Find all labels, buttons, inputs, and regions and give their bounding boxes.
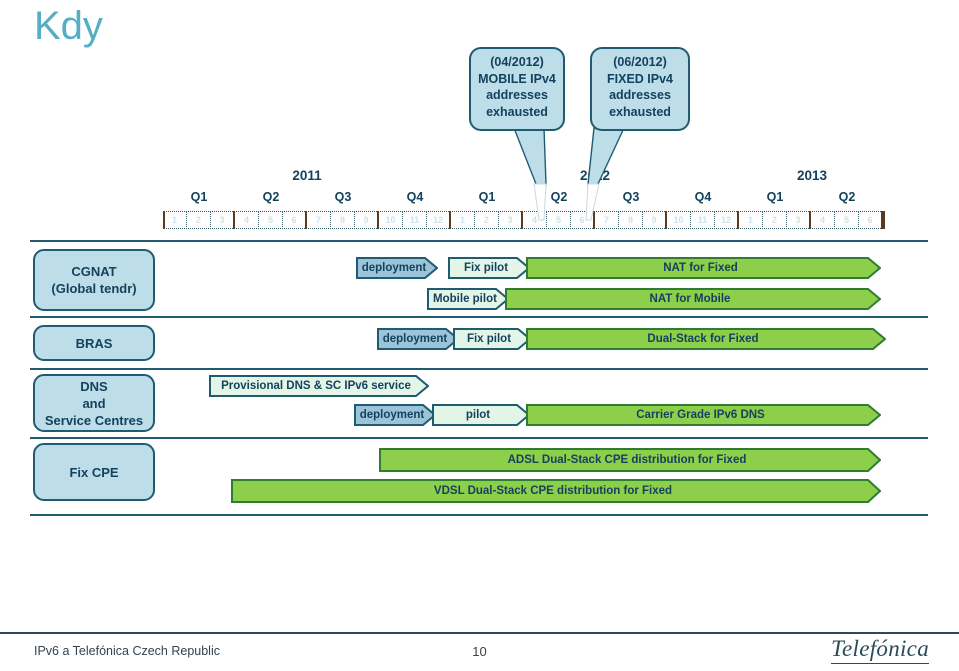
callout-line: (06/2012) — [613, 55, 667, 69]
timeline-quarter: Q2 — [262, 190, 280, 204]
timeline-quarter: Q2 — [838, 190, 856, 204]
row-divider — [30, 240, 928, 242]
bar-bras-fix-pilot[interactable]: Fix pilot — [453, 328, 531, 350]
timeline-month-tick: 1 — [163, 211, 187, 229]
bar-fixcpe-vdsl-distribution[interactable]: VDSL Dual-Stack CPE distribution for Fix… — [231, 479, 881, 503]
bar-label: Fix pilot — [463, 262, 509, 274]
timeline-month-tick: 2 — [475, 211, 499, 229]
telefonica-logo: Telefónica — [831, 636, 929, 664]
bar-label: deployment — [359, 409, 425, 421]
timeline-month-tick: 3 — [787, 211, 811, 229]
timeline-month-tick: 5 — [259, 211, 283, 229]
callout-line: FIXED IPv4 — [607, 71, 673, 86]
timeline-month-tick: 7 — [307, 211, 331, 229]
timeline-month-tick: 1 — [451, 211, 475, 229]
row-label-line: BRAS — [75, 335, 113, 351]
row-label-line: (Global tendr) — [51, 281, 137, 296]
timeline-month-tick: 10 — [379, 211, 403, 229]
row-divider — [30, 437, 928, 439]
callout-line: MOBILE IPv4 — [478, 71, 556, 86]
timeline-quarter: Q4 — [694, 190, 712, 204]
callout-line: exhausted — [486, 104, 548, 119]
row-divider — [30, 316, 928, 318]
footer-divider — [0, 632, 959, 634]
page-number: 10 — [472, 644, 487, 659]
row-label-line: CGNAT — [71, 264, 117, 279]
callout-line: exhausted — [609, 104, 671, 119]
timeline-month-tick: 6 — [283, 211, 307, 229]
callout-tail-fixed — [585, 127, 626, 221]
timeline-quarter: Q4 — [406, 190, 424, 204]
timeline-month-tick: 3 — [211, 211, 235, 229]
timeline-month-tick: 5 — [835, 211, 859, 229]
bar-label: Dual-Stack for Fixed — [647, 333, 759, 345]
timeline-quarter: Q3 — [334, 190, 352, 204]
timeline-month-tick: 4 — [811, 211, 835, 229]
bar-label: deployment — [382, 333, 448, 345]
timeline-month-tick: 2 — [763, 211, 787, 229]
row-label-line: Service Centres — [44, 412, 144, 428]
bar-dns-pilot[interactable]: pilot — [432, 404, 530, 426]
bar-label: NAT for Mobile — [649, 293, 731, 305]
bar-label: Fix pilot — [466, 333, 512, 345]
row-label-cgnat: CGNAT (Global tendr) — [33, 249, 155, 311]
timeline-month-tick: 6 — [859, 211, 883, 229]
bar-dns-provisional-service[interactable]: Provisional DNS & SC IPv6 service — [209, 375, 429, 397]
timeline-month-tick: 12 — [715, 211, 739, 229]
bar-label: deployment — [361, 262, 427, 274]
bar-dns-carrier-grade-ipv6[interactable]: Carrier Grade IPv6 DNS — [526, 404, 881, 426]
row-divider — [30, 368, 928, 370]
timeline-month-tick: 4 — [235, 211, 259, 229]
row-label-line: DNS — [80, 378, 108, 394]
timeline-month-tick: 8 — [331, 211, 355, 229]
bar-dns-deployment[interactable]: deployment — [354, 404, 436, 426]
bar-fixcpe-adsl-distribution[interactable]: ADSL Dual-Stack CPE distribution for Fix… — [379, 448, 881, 472]
bar-label: VDSL Dual-Stack CPE distribution for Fix… — [433, 485, 673, 497]
bar-cgnat-nat-for-mobile[interactable]: NAT for Mobile — [505, 288, 881, 310]
page-title: Kdy — [34, 4, 103, 48]
timeline-month-tick: 2 — [187, 211, 211, 229]
timeline-month-tick: 10 — [667, 211, 691, 229]
timeline-month-tick: 1 — [739, 211, 763, 229]
timeline-quarter: Q1 — [190, 190, 208, 204]
callout-mobile-ipv4-exhausted: (04/2012) MOBILE IPv4 addresses exhauste… — [469, 47, 565, 131]
bar-cgnat-deployment[interactable]: deployment — [356, 257, 438, 279]
row-label-line: Fix CPE — [69, 464, 119, 480]
timeline-month-tick: 9 — [643, 211, 667, 229]
bar-label: pilot — [465, 409, 491, 421]
callout-line: (04/2012) — [490, 55, 544, 69]
callout-line: addresses — [609, 88, 671, 102]
timeline-year-2011: 2011 — [292, 168, 322, 183]
row-label-dns: DNS and Service Centres — [33, 374, 155, 432]
timeline-month-tick: 11 — [403, 211, 427, 229]
callout-tail-mobile — [512, 127, 547, 221]
callout-line: addresses — [486, 88, 548, 102]
bar-label: Mobile pilot — [433, 293, 497, 305]
bar-label: Provisional DNS & SC IPv6 service — [221, 380, 411, 392]
row-label-line: and — [82, 395, 106, 411]
timeline-month-tick: 9 — [355, 211, 379, 229]
bar-label: ADSL Dual-Stack CPE distribution for Fix… — [507, 454, 747, 466]
timeline-quarter: Q1 — [766, 190, 784, 204]
bar-cgnat-mobile-pilot[interactable]: Mobile pilot — [427, 288, 509, 310]
timeline-year-2013: 2013 — [796, 168, 828, 183]
timeline-month-tick: 11 — [691, 211, 715, 229]
callout-fixed-ipv4-exhausted: (06/2012) FIXED IPv4 addresses exhausted — [590, 47, 690, 131]
timeline-month-tick: 12 — [427, 211, 451, 229]
bar-cgnat-nat-for-fixed[interactable]: NAT for Fixed — [526, 257, 881, 279]
row-label-bras: BRAS — [33, 325, 155, 361]
bar-bras-dual-stack-for-fixed[interactable]: Dual-Stack for Fixed — [526, 328, 886, 350]
row-divider — [30, 514, 928, 516]
bar-bras-deployment[interactable]: deployment — [377, 328, 459, 350]
bar-cgnat-fix-pilot[interactable]: Fix pilot — [448, 257, 530, 279]
bar-label: Carrier Grade IPv6 DNS — [636, 409, 765, 421]
row-label-fix-cpe: Fix CPE — [33, 443, 155, 501]
bar-label: NAT for Fixed — [663, 262, 738, 274]
